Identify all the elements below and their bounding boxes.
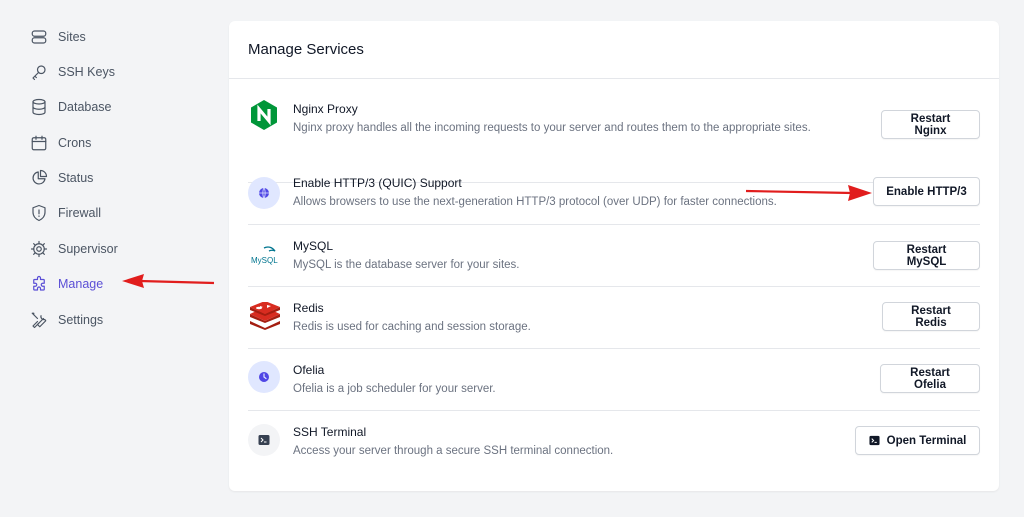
redis-logo-icon	[248, 300, 282, 332]
server-icon	[30, 28, 48, 46]
mysql-logo-icon: MySQL	[248, 240, 282, 272]
service-description: Access your server through a secure SSH …	[293, 445, 614, 457]
sidebar-item-label: Status	[58, 171, 94, 185]
service-description: Redis is used for caching and session st…	[293, 321, 531, 333]
page-title: Manage Services	[248, 41, 364, 58]
service-name: SSH Terminal	[293, 425, 367, 439]
service-row-http3: Enable HTTP/3 (QUIC) Support Allows brow…	[248, 176, 980, 225]
gear-icon	[30, 240, 48, 258]
sidebar-item-label: Supervisor	[58, 242, 118, 256]
globe-icon	[248, 177, 280, 209]
service-description: Ofelia is a job scheduler for your serve…	[293, 383, 496, 395]
sidebar-item-label: Database	[58, 100, 112, 114]
sidebar-item-manage[interactable]: Manage	[30, 272, 103, 296]
service-name: MySQL	[293, 239, 334, 253]
restart-nginx-button[interactable]: Restart Nginx	[881, 110, 980, 139]
shield-icon	[30, 204, 48, 222]
puzzle-icon	[30, 275, 48, 293]
calendar-icon	[30, 134, 48, 152]
service-name: Ofelia	[293, 363, 325, 377]
sidebar-item-sites[interactable]: Sites	[30, 25, 86, 49]
service-description: Nginx proxy handles all the incoming req…	[293, 122, 811, 134]
clock-icon	[248, 361, 280, 393]
service-row-ssh-terminal: SSH Terminal Access your server through …	[248, 411, 980, 473]
service-row-mysql: MySQL MySQL MySQL is the database server…	[248, 225, 980, 287]
mysql-logo-text: MySQL	[251, 256, 278, 265]
sidebar-item-label: Manage	[58, 277, 104, 291]
service-row-ofelia: Ofelia Ofelia is a job scheduler for you…	[248, 349, 980, 411]
restart-redis-button[interactable]: Restart Redis	[882, 302, 980, 331]
terminal-icon	[869, 435, 880, 446]
pie-chart-icon	[30, 169, 48, 187]
sidebar-item-status[interactable]: Status	[30, 166, 93, 190]
sidebar-item-label: Crons	[58, 136, 92, 150]
database-icon	[30, 98, 48, 116]
manage-services-card: Manage Services Nginx Proxy Nginx proxy …	[229, 21, 999, 491]
sidebar-item-firewall[interactable]: Firewall	[30, 201, 101, 225]
sidebar: Sites SSH Keys Database Crons Status Fir…	[0, 0, 220, 517]
service-description: MySQL is the database server for your si…	[293, 259, 520, 271]
sidebar-item-label: SSH Keys	[58, 65, 115, 79]
card-header: Manage Services	[229, 21, 999, 79]
sidebar-item-supervisor[interactable]: Supervisor	[30, 237, 118, 261]
open-terminal-button[interactable]: Open Terminal	[855, 426, 980, 455]
service-row-nginx: Nginx Proxy Nginx proxy handles all the …	[248, 80, 980, 183]
tools-icon	[30, 311, 48, 329]
enable-http3-button[interactable]: Enable HTTP/3	[873, 177, 980, 206]
service-row-redis: Redis Redis is used for caching and sess…	[248, 287, 980, 349]
sidebar-item-label: Sites	[58, 30, 86, 44]
sidebar-item-database[interactable]: Database	[30, 95, 112, 119]
service-name: Redis	[293, 301, 324, 315]
service-name: Enable HTTP/3 (QUIC) Support	[293, 176, 462, 190]
restart-mysql-button[interactable]: Restart MySQL	[873, 241, 980, 270]
sidebar-item-crons[interactable]: Crons	[30, 131, 91, 155]
terminal-icon	[248, 424, 280, 456]
service-description: Allows browsers to use the next-generati…	[293, 196, 777, 208]
open-terminal-label: Open Terminal	[886, 434, 967, 447]
sidebar-item-ssh-keys[interactable]: SSH Keys	[30, 60, 115, 84]
sidebar-item-settings[interactable]: Settings	[30, 308, 103, 332]
nginx-logo-icon	[248, 99, 280, 131]
sidebar-item-label: Firewall	[58, 206, 102, 220]
sidebar-item-label: Settings	[58, 313, 104, 327]
restart-ofelia-button[interactable]: Restart Ofelia	[880, 364, 980, 393]
key-icon	[30, 63, 48, 81]
service-name: Nginx Proxy	[293, 102, 358, 116]
